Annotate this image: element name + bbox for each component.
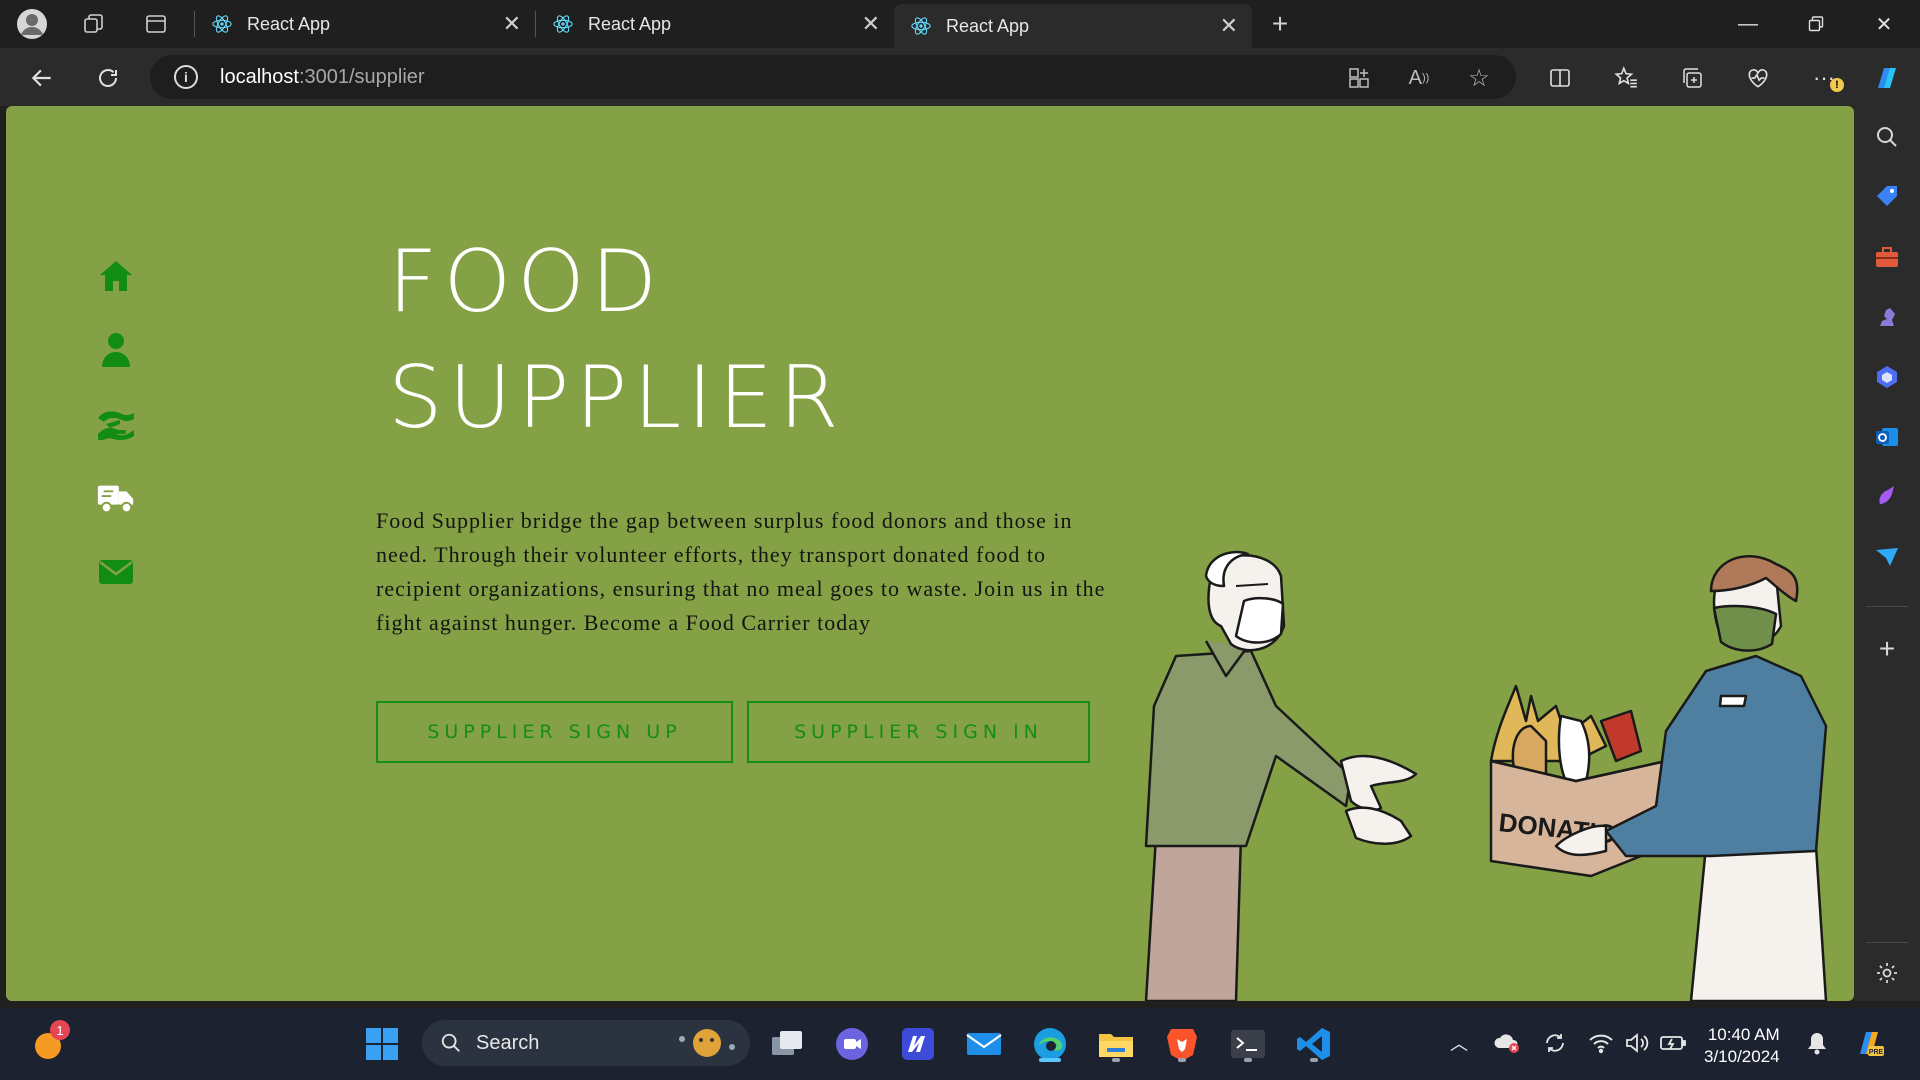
tab-bar: React App ✕ React App ✕ React App ✕ + — … (0, 0, 1920, 48)
more-options-icon[interactable]: ···! (1804, 58, 1844, 98)
running-indicator (1039, 1058, 1061, 1062)
page-title: FOOD SUPPLIER (388, 224, 845, 456)
side-navigation (96, 256, 142, 626)
elderly-man-figure (1144, 550, 1418, 1001)
profile-avatar-icon[interactable] (12, 4, 52, 44)
taskbar-search-box[interactable]: Search (422, 1020, 750, 1066)
designer-icon[interactable] (1872, 482, 1902, 512)
envelope-icon[interactable] (96, 552, 136, 592)
react-logo-icon (212, 15, 232, 33)
hand-holding-icon[interactable] (96, 404, 136, 444)
user-icon[interactable] (96, 330, 136, 370)
edge-browser-icon[interactable] (1028, 1022, 1072, 1066)
copilot-pre-icon[interactable]: PRE (1852, 1026, 1886, 1060)
search-icon (441, 1033, 460, 1052)
truck-icon[interactable] (96, 478, 136, 518)
clock-time: 10:40 AM (1707, 1025, 1780, 1044)
copilot-icon[interactable] (1866, 58, 1906, 98)
read-aloud-icon[interactable]: A)) (1404, 63, 1434, 93)
show-hidden-icons-chevron-icon[interactable]: ︿ (1442, 1026, 1476, 1060)
teams-chat-icon[interactable] (830, 1022, 874, 1066)
app-m-icon[interactable] (896, 1022, 940, 1066)
mail-icon[interactable] (962, 1022, 1006, 1066)
volume-icon[interactable] (1620, 1026, 1654, 1060)
file-explorer-icon[interactable] (1094, 1022, 1138, 1066)
battery-charging-icon[interactable] (1656, 1026, 1690, 1060)
react-logo-icon (911, 17, 931, 35)
app-available-icon[interactable] (1344, 63, 1374, 93)
games-chess-icon[interactable] (1872, 302, 1902, 332)
back-icon[interactable] (22, 58, 62, 98)
terminal-icon[interactable] (1226, 1022, 1270, 1066)
title-line-supplier: SUPPLIER (388, 348, 845, 448)
browser-tab-1[interactable]: React App ✕ (195, 4, 535, 44)
shopping-tag-icon[interactable] (1872, 182, 1902, 212)
search-highlight-icon (679, 1029, 735, 1057)
close-tab-icon[interactable]: ✕ (862, 11, 880, 37)
site-info-icon[interactable]: i (174, 65, 198, 89)
supplier-sign-up-button[interactable]: SUPPLIER SIGN UP (376, 701, 733, 763)
running-indicator (1112, 1058, 1120, 1062)
sync-icon[interactable] (1538, 1026, 1572, 1060)
start-windows-icon[interactable] (360, 1022, 404, 1066)
supplier-sign-in-button[interactable]: SUPPLIER SIGN IN (747, 701, 1090, 763)
home-icon[interactable] (96, 256, 136, 296)
edge-sidebar: + (1854, 106, 1920, 1001)
collections-icon[interactable] (1672, 58, 1712, 98)
svg-text:PRE: PRE (1869, 1049, 1884, 1056)
running-indicator (1178, 1058, 1186, 1062)
onedrive-error-icon[interactable] (1490, 1026, 1524, 1060)
tab-title: React App (946, 15, 1030, 36)
favorites-icon[interactable] (1606, 58, 1646, 98)
split-screen-icon[interactable] (1540, 58, 1580, 98)
search-placeholder: Search (476, 1031, 540, 1054)
running-indicator (1244, 1058, 1252, 1062)
warning-badge-icon: ! (1830, 78, 1844, 92)
address-bar[interactable]: i localhost:3001/supplier A)) ☆ (150, 55, 1516, 99)
m365-icon[interactable] (1872, 362, 1902, 392)
tools-briefcase-icon[interactable] (1872, 242, 1902, 272)
favorite-star-icon[interactable]: ☆ (1464, 63, 1494, 93)
minimize-icon[interactable]: — (1714, 0, 1782, 48)
running-indicator (1310, 1058, 1318, 1062)
brave-browser-icon[interactable] (1160, 1022, 1204, 1066)
system-clock[interactable]: 10:40 AM 3/10/2024 (1704, 1024, 1780, 1068)
restore-icon[interactable] (1782, 0, 1850, 48)
address-toolbar: i localhost:3001/supplier A)) ☆ ···! (0, 48, 1920, 106)
new-tab-icon[interactable]: + (1260, 4, 1300, 44)
workspaces-icon[interactable] (74, 4, 114, 44)
add-sidebar-app-icon[interactable]: + (1872, 633, 1902, 664)
close-window-icon[interactable]: ✕ (1850, 0, 1918, 48)
clock-date: 3/10/2024 (1704, 1047, 1780, 1066)
vscode-icon[interactable] (1292, 1022, 1336, 1066)
notification-bell-icon[interactable] (1800, 1026, 1834, 1060)
send-drop-icon[interactable] (1872, 542, 1902, 572)
browser-tab-3-active[interactable]: React App ✕ (894, 4, 1252, 48)
tab-title: React App (247, 13, 331, 34)
sidebar-settings-gear-icon[interactable] (1872, 958, 1902, 988)
weather-widget-icon[interactable]: 1 (26, 1020, 70, 1066)
browser-tab-2[interactable]: React App ✕ (536, 4, 894, 44)
title-line-food: FOOD (388, 232, 664, 332)
hero-description: Food Supplier bridge the gap between sur… (376, 508, 1106, 635)
page-viewport: FOOD SUPPLIER Food Supplier bridge the g… (6, 106, 1854, 1001)
task-view-icon[interactable] (765, 1022, 809, 1066)
windows-taskbar: 1 Search ︿ 10:40 AM 3/10/2024 PRE (0, 1008, 1920, 1080)
close-tab-icon[interactable]: ✕ (1220, 13, 1238, 39)
sidebar-divider (1866, 942, 1908, 943)
close-tab-icon[interactable]: ✕ (503, 11, 521, 37)
tab-title: React App (588, 13, 672, 34)
donation-illustration: DONATIO (1144, 550, 1828, 1001)
search-icon[interactable] (1872, 122, 1902, 152)
notification-count-badge: 1 (50, 1020, 70, 1040)
sidebar-divider (1866, 606, 1908, 607)
outlook-icon[interactable] (1872, 422, 1902, 452)
browser-essentials-icon[interactable] (1738, 58, 1778, 98)
wifi-icon[interactable] (1584, 1026, 1618, 1060)
tab-actions-icon[interactable] (136, 4, 176, 44)
url-text[interactable]: localhost:3001/supplier (220, 66, 425, 89)
react-logo-icon (553, 15, 573, 33)
reload-icon[interactable] (88, 58, 128, 98)
